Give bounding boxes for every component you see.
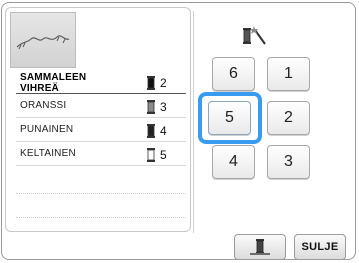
color-row-3[interactable]: PUNAINEN 4 xyxy=(16,120,186,142)
color-name: PUNAINEN xyxy=(20,124,74,135)
color-name: ORANSSI xyxy=(20,100,67,111)
number-button-2[interactable]: 2 xyxy=(267,101,310,135)
number-label: 4 xyxy=(229,153,238,170)
bottom-toolbar: SULJE xyxy=(190,234,356,262)
color-row-4[interactable]: KELTAINEN 5 xyxy=(16,144,186,166)
thread-spool-icon xyxy=(147,148,155,162)
thread-spool-button[interactable] xyxy=(234,234,286,260)
number-label: 2 xyxy=(284,109,293,126)
empty-row xyxy=(16,216,186,218)
number-button-4[interactable]: 4 xyxy=(212,145,255,179)
color-order: 4 xyxy=(160,124,167,138)
embroidery-preview xyxy=(10,12,76,68)
close-button-label: SULJE xyxy=(301,241,339,253)
magic-wand-spool-icon xyxy=(243,26,266,45)
empty-row xyxy=(16,192,186,194)
number-panel: 6 1 5 2 4 3 xyxy=(190,7,352,232)
thread-spool-icon xyxy=(147,124,155,138)
number-label: 5 xyxy=(225,109,234,126)
thread-spool-icon xyxy=(147,76,155,90)
color-name: SAMMALEEN VIHREÄ xyxy=(20,72,87,94)
dialog-frame: SAMMALEEN VIHREÄ 2 ORANSSI 3 PUNAINEN 4 … xyxy=(1,2,356,260)
number-label: 1 xyxy=(284,65,293,82)
color-row-1[interactable]: SAMMALEEN VIHREÄ 2 xyxy=(16,72,186,94)
embroidery-preview-icon xyxy=(16,35,70,50)
color-order: 3 xyxy=(160,100,167,114)
number-button-5[interactable]: 5 xyxy=(208,101,251,135)
color-list-panel: SAMMALEEN VIHREÄ 2 ORANSSI 3 PUNAINEN 4 … xyxy=(5,7,191,232)
number-label: 6 xyxy=(229,65,238,82)
number-button-1[interactable]: 1 xyxy=(267,57,310,91)
color-row-2[interactable]: ORANSSI 3 xyxy=(16,96,186,118)
thread-spool-icon xyxy=(250,239,270,255)
color-name: KELTAINEN xyxy=(20,148,76,159)
number-button-6[interactable]: 6 xyxy=(212,57,255,91)
number-label: 3 xyxy=(284,153,293,170)
number-button-3[interactable]: 3 xyxy=(267,145,310,179)
color-order: 2 xyxy=(160,76,167,90)
thread-spool-icon xyxy=(147,100,155,114)
close-button[interactable]: SULJE xyxy=(294,234,346,260)
color-order: 5 xyxy=(160,148,167,162)
